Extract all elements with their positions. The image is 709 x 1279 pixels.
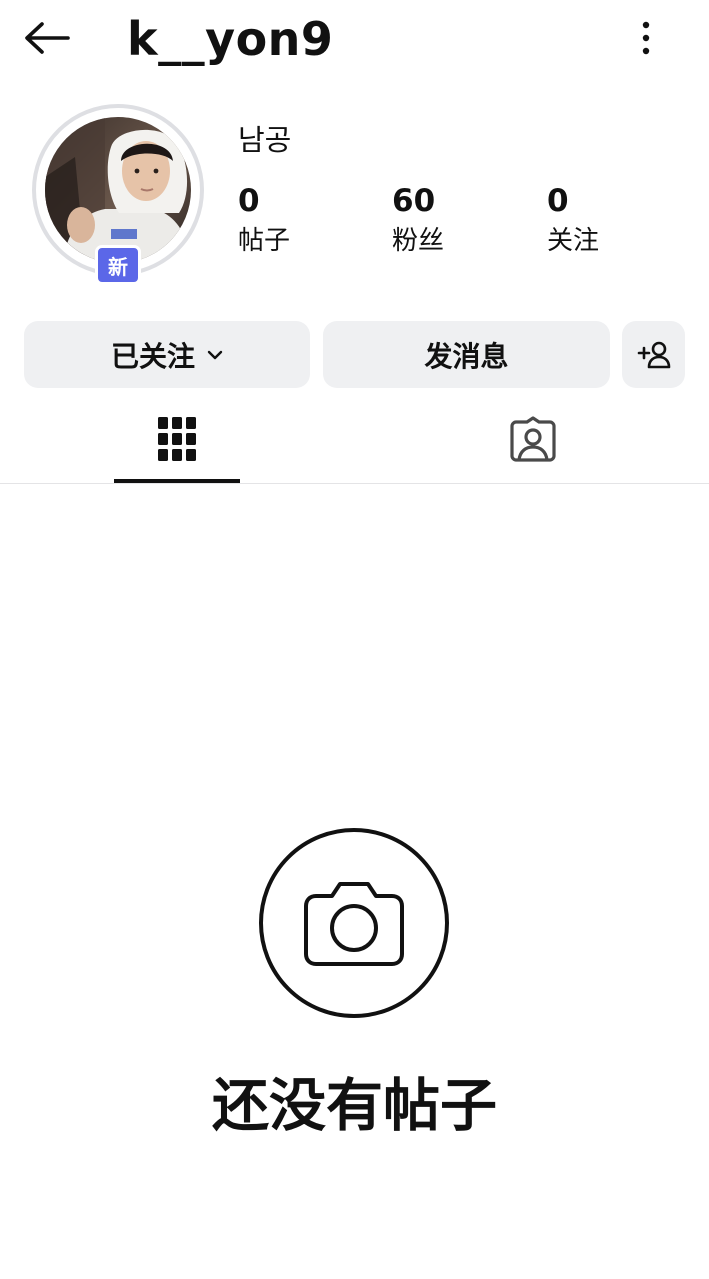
tab-tagged[interactable] [470,396,596,482]
camera-icon [304,882,404,966]
following-button[interactable]: 已关注 [24,321,310,388]
message-button-label: 发消息 [424,339,509,373]
back-button[interactable] [18,12,74,64]
following-button-label: 已关注 [110,339,195,373]
tabs-divider [0,483,709,484]
chevron-down-icon [207,350,223,360]
more-vertical-icon [642,21,650,55]
empty-state-camera [259,828,449,1018]
add-person-icon [637,341,670,368]
stat-posts: 0 帖子 [238,180,368,260]
stat-following-count: 0 [547,183,569,219]
stat-followers-label: 粉丝 [392,226,445,256]
stat-followers[interactable]: 60 粉丝 [392,180,522,260]
stat-following[interactable]: 0 关注 [547,180,677,260]
grid-icon [158,417,196,461]
tab-posts-grid[interactable] [114,396,240,482]
display-name: 남공 [238,123,292,157]
new-badge: 新 [95,245,141,285]
more-options-button[interactable] [624,14,668,62]
suggest-people-button[interactable] [622,321,685,388]
stat-following-label: 关注 [547,226,600,256]
stat-posts-label: 帖子 [238,226,291,256]
tagged-person-icon [510,416,556,462]
avatar[interactable] [45,117,191,263]
empty-state-text: 还没有帖子 [212,1073,497,1139]
stat-followers-count: 60 [392,183,436,219]
arrow-left-icon [25,22,70,54]
stat-posts-count: 0 [238,183,260,219]
message-button[interactable]: 发消息 [323,321,610,388]
profile-username: k__yon9 [127,12,334,66]
